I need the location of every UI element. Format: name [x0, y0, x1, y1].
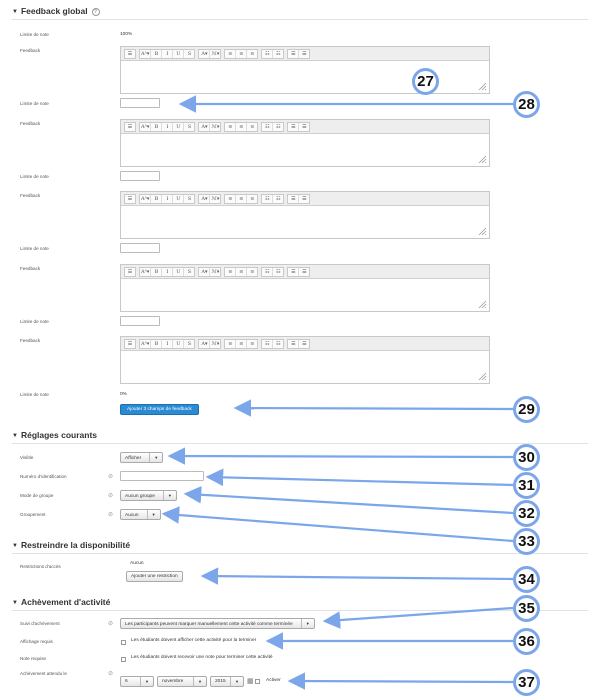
- arrow-31: [205, 468, 514, 487]
- annotation-badge: 34: [513, 566, 540, 593]
- annotation-badge: 36: [513, 628, 540, 655]
- arrow-32: [183, 485, 514, 515]
- annotation-badge: 29: [513, 396, 540, 423]
- annotation-badge: 35: [513, 595, 540, 622]
- arrow-29: [233, 399, 514, 417]
- annotation-badge: 37: [513, 669, 540, 696]
- arrow-33: [161, 506, 514, 543]
- annotation-arrows: [161, 95, 514, 690]
- arrow-35: [322, 606, 514, 629]
- annotation-badge: 33: [513, 528, 540, 555]
- arrow-34: [200, 567, 514, 585]
- annotation-badge: 30: [513, 444, 540, 471]
- arrow-30: [167, 447, 514, 465]
- arrow-37: [287, 672, 514, 690]
- annotation-badge: 28: [513, 91, 540, 118]
- annotation-badge: 31: [513, 472, 540, 499]
- annotation-badge: 32: [513, 500, 540, 527]
- annotation-badge: 27: [412, 68, 439, 95]
